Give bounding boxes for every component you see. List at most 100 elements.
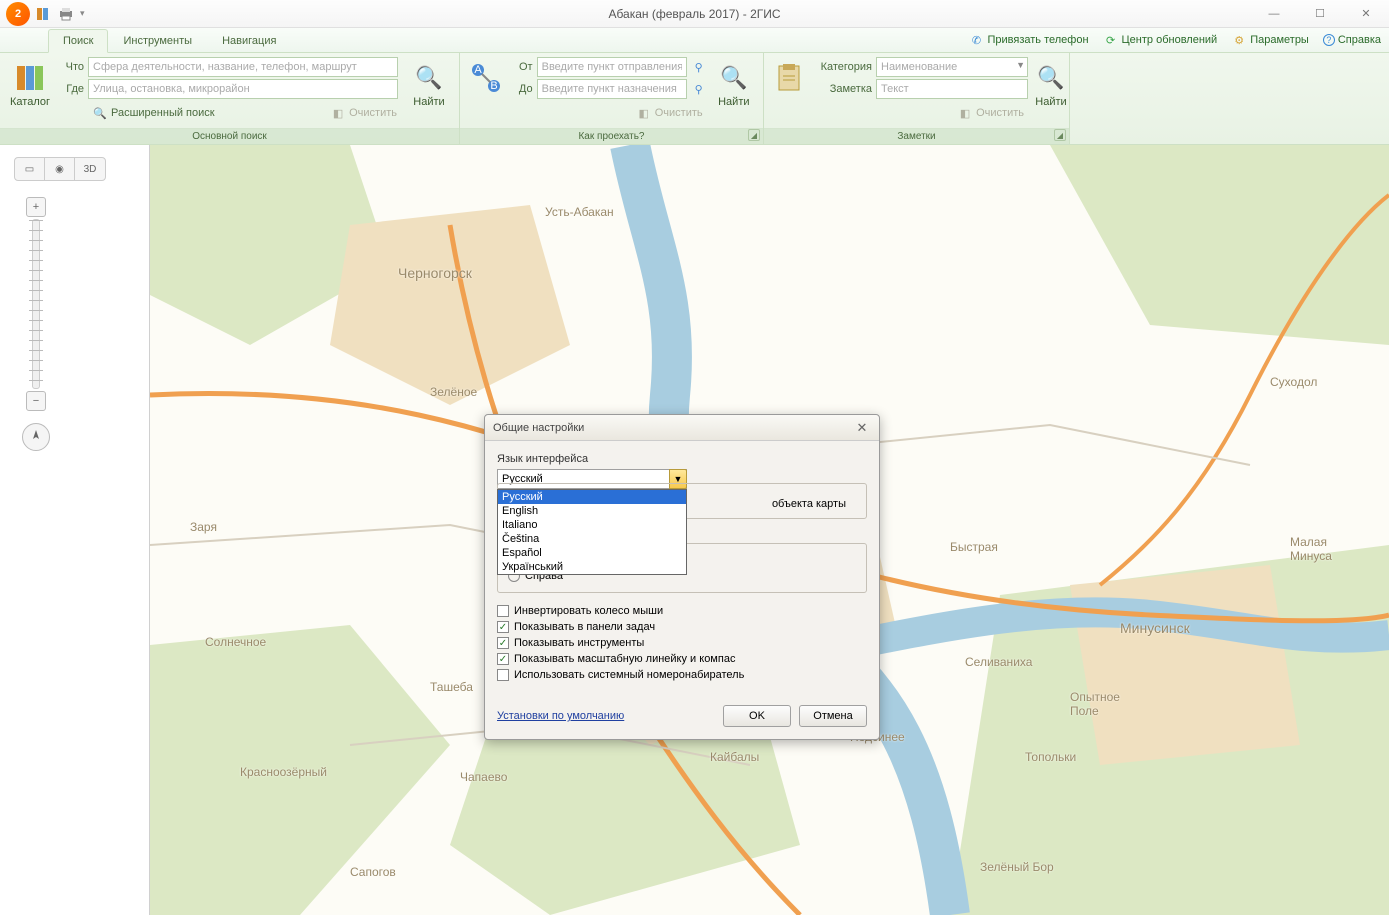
ribbon-group-search: Каталог Что Где 🔍Расширенный поиск ◧Очис… [0, 53, 460, 144]
notes-button[interactable] [770, 57, 808, 99]
checkbox-icon [497, 605, 509, 617]
help-icon: ? [1323, 34, 1335, 46]
chk-show-tools[interactable]: Показывать инструменты [497, 635, 867, 651]
defaults-link[interactable]: Установки по умолчанию [497, 710, 624, 722]
view-3d-button[interactable]: 3D [75, 158, 105, 180]
content: Усть-Абакан Черногорск Зелёное Заря Солн… [0, 145, 1389, 915]
note-input[interactable] [876, 79, 1028, 99]
find-button-route[interactable]: 🔍 Найти [711, 57, 757, 113]
title-bar: 2 ▾ Абакан (февраль 2017) - 2ГИС ― ☐ ✕ [0, 0, 1389, 28]
where-label: Где [58, 83, 84, 95]
chk-taskbar[interactable]: Показывать в панели задач [497, 619, 867, 635]
minimize-button[interactable]: ― [1251, 0, 1297, 28]
eraser-icon: ◧ [957, 105, 973, 121]
chk-system-dialer[interactable]: Использовать системный номеронабиратель [497, 667, 867, 683]
compass-button[interactable] [22, 423, 50, 451]
magnifier-icon: 🔍 [718, 62, 750, 94]
chk-show-scale[interactable]: Показывать масштабную линейку и компас [497, 651, 867, 667]
window-title: Абакан (февраль 2017) - 2ГИС [608, 7, 780, 21]
group-label-notes: Заметки [764, 128, 1069, 144]
category-label: Категория [812, 61, 872, 73]
from-label: От [511, 61, 533, 73]
ribbon-group-notes: Категория ▼ Заметка ◧Очистить 🔍 Найти Зам… [764, 53, 1070, 144]
checkbox-icon [497, 637, 509, 649]
view-mode-controls: ▭ ◉ 3D [14, 157, 106, 181]
route-ab-button[interactable]: AB [466, 57, 507, 99]
link-bind-phone[interactable]: ✆Привязать телефон [969, 32, 1089, 48]
qat-dropdown-icon[interactable]: ▾ [80, 6, 96, 22]
chk-invert-wheel[interactable]: Инвертировать колесо мыши [497, 603, 867, 619]
route-expander[interactable]: ◢ [748, 129, 760, 141]
ok-button[interactable]: OK [723, 705, 791, 727]
ribbon: Каталог Что Где 🔍Расширенный поиск ◧Очис… [0, 53, 1389, 145]
svg-text:A: A [475, 64, 483, 76]
checkbox-icon [497, 621, 509, 633]
lang-option[interactable]: Український [498, 560, 686, 574]
zoom-controls: + − [22, 195, 50, 451]
from-input[interactable] [537, 57, 687, 77]
tab-tools[interactable]: Инструменты [108, 29, 207, 52]
clear-notes[interactable]: ◧Очистить [953, 103, 1028, 123]
link-update-center[interactable]: ⟳Центр обновлений [1103, 32, 1218, 48]
note-label: Заметка [812, 83, 872, 95]
from-pick-icon[interactable]: ⚲ [691, 59, 707, 75]
view-globe-button[interactable]: ◉ [45, 158, 75, 180]
qat-catalog-icon[interactable] [36, 6, 52, 22]
lang-option[interactable]: English [498, 504, 686, 518]
advanced-search-link[interactable]: 🔍Расширенный поиск [88, 103, 219, 123]
tab-search[interactable]: Поиск [48, 29, 108, 53]
maximize-button[interactable]: ☐ [1297, 0, 1343, 28]
eraser-icon: ◧ [330, 105, 346, 121]
catalog-icon [14, 62, 46, 94]
lang-option[interactable]: Русский [498, 490, 686, 504]
zoom-out-button[interactable]: − [26, 391, 46, 411]
refresh-icon: ⟳ [1103, 32, 1119, 48]
category-input[interactable] [876, 57, 1028, 77]
settings-dialog: Общие настройки ✕ Язык интерфейса Русски… [484, 414, 880, 740]
lang-label: Язык интерфейса [497, 453, 867, 465]
magnifier-icon: 🔍 [1035, 62, 1067, 94]
close-button[interactable]: ✕ [1343, 0, 1389, 28]
checkbox-icon [497, 653, 509, 665]
lang-option[interactable]: Español [498, 546, 686, 560]
magnifier-icon: 🔍 [413, 62, 445, 94]
where-input[interactable] [88, 79, 398, 99]
checkbox-icon [497, 669, 509, 681]
lang-option[interactable]: Čeština [498, 532, 686, 546]
eraser-icon: ◧ [636, 105, 652, 121]
what-label: Что [58, 61, 84, 73]
lang-combo-list: Русский English Italiano Čeština Español… [497, 489, 687, 575]
catalog-button[interactable]: Каталог [6, 57, 54, 113]
route-ab-icon: AB [470, 62, 502, 94]
find-button-search[interactable]: 🔍 Найти [405, 57, 453, 113]
dialog-titlebar[interactable]: Общие настройки ✕ [485, 415, 879, 441]
phone-icon: ✆ [969, 32, 985, 48]
to-pick-icon[interactable]: ⚲ [691, 81, 707, 97]
app-icon[interactable]: 2 [6, 2, 30, 26]
gear-icon: ⚙ [1231, 32, 1247, 48]
clear-route[interactable]: ◧Очистить [632, 103, 707, 123]
view-ruler-button[interactable]: ▭ [15, 158, 45, 180]
dialog-title-text: Общие настройки [493, 422, 584, 434]
zoom-in-button[interactable]: + [26, 197, 46, 217]
find-button-notes[interactable]: 🔍 Найти [1032, 57, 1070, 113]
cancel-button[interactable]: Отмена [799, 705, 867, 727]
to-input[interactable] [537, 79, 687, 99]
ribbon-group-route: AB От ⚲ До ⚲ ◧Очистить 🔍 Найти Как проехат… [460, 53, 764, 144]
link-help[interactable]: ?Справка [1323, 34, 1381, 46]
notes-expander[interactable]: ◢ [1054, 129, 1066, 141]
chevron-down-icon[interactable]: ▼ [1016, 60, 1025, 70]
group-label-search: Основной поиск [0, 128, 459, 144]
zoom-slider[interactable] [32, 219, 40, 389]
qat-print-icon[interactable] [58, 6, 74, 22]
dialog-close-button[interactable]: ✕ [853, 419, 871, 437]
link-parameters[interactable]: ⚙Параметры [1231, 32, 1309, 48]
to-label: До [511, 83, 533, 95]
tab-navigation[interactable]: Навигация [207, 29, 291, 52]
search-plus-icon: 🔍 [92, 105, 108, 121]
lang-option[interactable]: Italiano [498, 518, 686, 532]
clear-search[interactable]: ◧Очистить [326, 103, 401, 123]
what-input[interactable] [88, 57, 398, 77]
group-label-route: Как проехать? [460, 128, 763, 144]
svg-text:B: B [491, 80, 498, 92]
